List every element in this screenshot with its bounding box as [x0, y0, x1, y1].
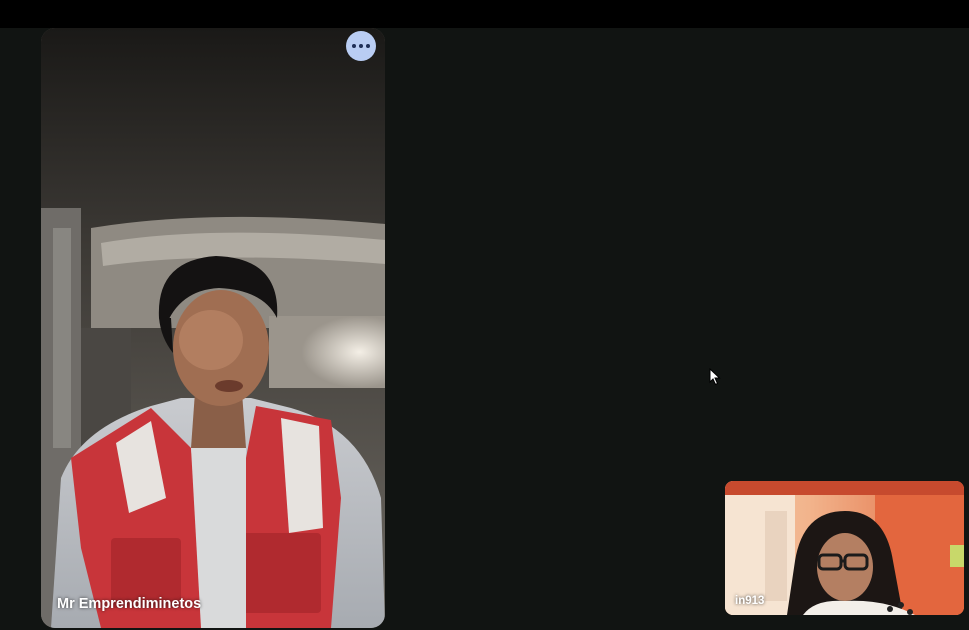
more-horizontal-icon [352, 44, 356, 48]
top-bar [0, 0, 969, 28]
participant-video-tile[interactable]: Mr Emprendiminetos [41, 28, 385, 628]
mouse-cursor-icon [709, 368, 721, 386]
more-options-button[interactable] [346, 31, 376, 61]
participant-video-feed [41, 28, 385, 628]
self-view-tile[interactable]: in913 [725, 481, 964, 615]
participant-name-label: Mr Emprendiminetos [57, 596, 202, 612]
self-view-name-label: in913 [735, 595, 765, 607]
